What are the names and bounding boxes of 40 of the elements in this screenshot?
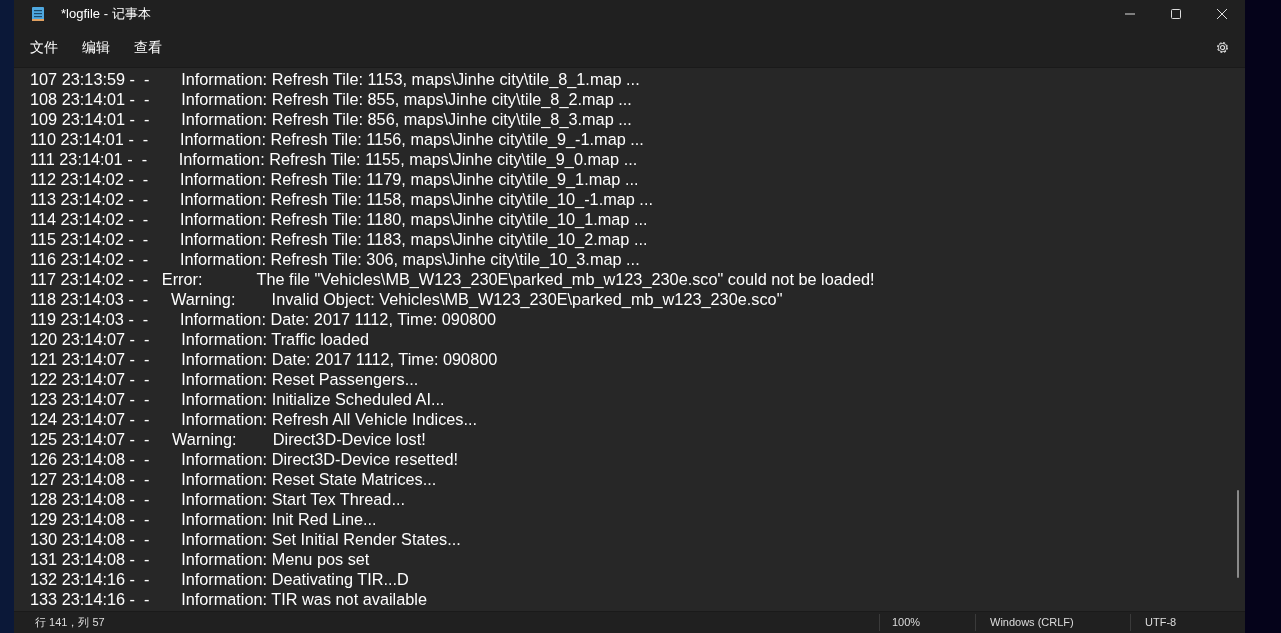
log-line: 122 23:14:07 - - Information: Reset Passengers... bbox=[30, 369, 419, 389]
window-title: *logfile - 记事本 bbox=[61, 5, 151, 24]
log-line: 116 23:14:02 - - Information: Refresh Tile: 306, maps\Jinhe city\tile_10_3.map ... bbox=[30, 249, 640, 269]
log-line: 129 23:14:08 - - Information: Init Red Line... bbox=[30, 509, 377, 529]
log-line: 114 23:14:02 - - Information: Refresh Tile: 1180, maps\Jinhe city\tile_10_1.map ... bbox=[30, 209, 648, 229]
log-line: 108 23:14:01 - - Information: Refresh Tile: 855, maps\Jinhe city\tile_8_2.map ... bbox=[30, 89, 632, 109]
log-line: 131 23:14:08 - - Information: Menu pos set bbox=[30, 549, 370, 569]
log-line: 109 23:14:01 - - Information: Refresh Tile: 856, maps\Jinhe city\tile_8_3.map ... bbox=[30, 109, 632, 129]
log-line: 121 23:14:07 - - Information: Date: 2017 1112, Time: 090800 bbox=[30, 349, 498, 369]
log-line: 127 23:14:08 - - Information: Reset State Matrices... bbox=[30, 469, 437, 489]
log-line: 107 23:13:59 - - Information: Refresh Tile: 1153, maps\Jinhe city\tile_8_1.map ... bbox=[30, 69, 640, 89]
log-line: 132 23:14:16 - - Information: Deativating TIR...D bbox=[30, 569, 409, 589]
log-line: 125 23:14:07 - - Warning: Direct3D-Device lost! bbox=[30, 429, 426, 449]
log-line: 133 23:14:16 - - Information: TIR was not available bbox=[30, 589, 427, 609]
maximize-icon bbox=[1171, 9, 1181, 19]
log-line: 115 23:14:02 - - Information: Refresh Tile: 1183, maps\Jinhe city\tile_10_2.map ... bbox=[30, 229, 648, 249]
menu-item[interactable]: 查看 bbox=[122, 32, 174, 63]
encoding: UTF-8 bbox=[1130, 614, 1245, 631]
log-line: 124 23:14:07 - - Information: Refresh All Vehicle Indices... bbox=[30, 409, 478, 429]
log-line: 118 23:14:03 - - Warning: Invalid Object: Vehicles\MB_W123_230E\parked_mb_w123_230e.sco" bbox=[30, 289, 783, 309]
zoom-level: 100% bbox=[879, 614, 975, 631]
cursor-position: 行 141，列 57 bbox=[35, 615, 105, 631]
log-line: 123 23:14:07 - - Information: Initialize Scheduled AI... bbox=[30, 389, 445, 409]
menu-item[interactable]: 文件 bbox=[18, 32, 70, 63]
log-line: 120 23:14:07 - - Information: Traffic loaded bbox=[30, 329, 370, 349]
log-line: 111 23:14:01 - - Information: Refresh Tile: 1155, maps\Jinhe city\tile_9_0.map ... bbox=[30, 149, 638, 169]
notepad-icon bbox=[31, 6, 45, 22]
log-line: 128 23:14:08 - - Information: Start Tex Thread... bbox=[30, 489, 405, 509]
line-ending: Windows (CRLF) bbox=[975, 614, 1130, 631]
log-line: 113 23:14:02 - - Information: Refresh Tile: 1158, maps\Jinhe city\tile_10_-1.map ... bbox=[30, 189, 653, 209]
log-line: 110 23:14:01 - - Information: Refresh Tile: 1156, maps\Jinhe city\tile_9_-1.map ... bbox=[30, 129, 644, 149]
scrollbar-thumb[interactable] bbox=[1237, 490, 1239, 578]
close-icon bbox=[1217, 9, 1227, 19]
log-line: 130 23:14:08 - - Information: Set Initial Render States... bbox=[30, 529, 461, 549]
log-line: 117 23:14:02 - - Error: The file "Vehicles\MB_W123_230E\parked_mb_w123_230e.sco" could not be loaded! bbox=[30, 269, 875, 289]
log-line: 126 23:14:08 - - Information: Direct3D-Device resetted! bbox=[30, 449, 459, 469]
log-line: 112 23:14:02 - - Information: Refresh Tile: 1179, maps\Jinhe city\tile_9_1.map ... bbox=[30, 169, 639, 189]
menu-item[interactable]: 编辑 bbox=[70, 32, 122, 63]
settings-icon[interactable] bbox=[1215, 40, 1230, 55]
log-line: 119 23:14:03 - - Information: Date: 2017 1112, Time: 090800 bbox=[30, 309, 497, 329]
